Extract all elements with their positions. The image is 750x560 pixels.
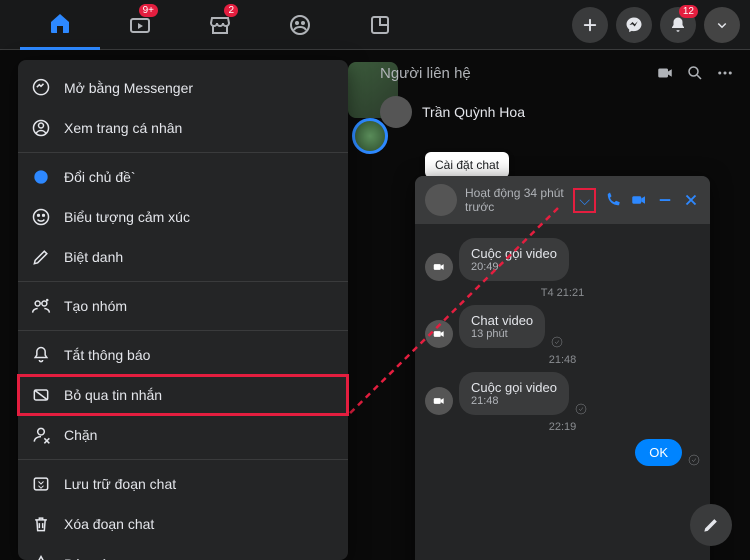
nav-home[interactable] bbox=[20, 0, 100, 50]
nav-marketplace[interactable]: 2 bbox=[180, 0, 260, 50]
pencil-icon bbox=[30, 246, 52, 268]
menu-label: Đổi chủ đề` bbox=[64, 169, 136, 185]
trash-icon bbox=[30, 513, 52, 535]
chat-status: Hoạt động 34 phút trước bbox=[465, 186, 565, 215]
avatar bbox=[380, 96, 412, 128]
group-icon bbox=[30, 295, 52, 317]
sent-message: OK bbox=[425, 439, 700, 466]
call-message[interactable]: Cuộc gọi video20:49 bbox=[425, 238, 700, 281]
menu-emoji[interactable]: Biểu tượng cảm xúc bbox=[18, 197, 348, 237]
menu-nickname[interactable]: Biệt danh bbox=[18, 237, 348, 277]
archive-icon bbox=[30, 473, 52, 495]
close-icon[interactable] bbox=[682, 191, 700, 209]
seen-icon bbox=[688, 454, 700, 466]
contact-row[interactable]: Trần Quỳnh Hoa bbox=[380, 90, 734, 134]
menu-mute[interactable]: Tắt thông báo bbox=[18, 335, 348, 375]
menu-label: Bỏ qua tin nhắn bbox=[64, 387, 162, 403]
menu-label: Xóa đoạn chat bbox=[64, 516, 154, 532]
chat-messages: Cuộc gọi video20:49 T4 21:21 Chat video1… bbox=[415, 224, 710, 553]
voice-call-icon[interactable] bbox=[604, 191, 622, 209]
notif-badge: 12 bbox=[679, 5, 698, 18]
chat-header: Hoạt động 34 phút trước ⌵ bbox=[415, 176, 710, 224]
chevron-down-icon[interactable]: ⌵ bbox=[573, 188, 596, 213]
timestamp: 21:48 bbox=[425, 354, 700, 366]
chat-window: Hoạt động 34 phút trước ⌵ Cuộc gọi video… bbox=[415, 176, 710, 560]
menu-ignore-messages[interactable]: Bỏ qua tin nhắn bbox=[18, 375, 348, 415]
theme-icon bbox=[30, 166, 52, 188]
call-message[interactable]: Chat video13 phút bbox=[425, 305, 700, 348]
nav-groups[interactable] bbox=[260, 0, 340, 50]
top-right-actions: 12 bbox=[572, 7, 740, 43]
notifications-button[interactable]: 12 bbox=[660, 7, 696, 43]
menu-label: Biểu tượng cảm xúc bbox=[64, 209, 190, 225]
seen-icon bbox=[551, 336, 563, 348]
menu-label: Xem trang cá nhân bbox=[64, 120, 182, 136]
market-badge: 2 bbox=[224, 4, 238, 17]
messenger-icon bbox=[30, 77, 52, 99]
video-icon bbox=[425, 320, 453, 348]
separator bbox=[18, 330, 348, 331]
account-button[interactable] bbox=[704, 7, 740, 43]
nav-watch[interactable]: 9+ bbox=[100, 0, 180, 50]
more-icon[interactable] bbox=[716, 64, 734, 82]
contact-name: Trần Quỳnh Hoa bbox=[422, 104, 525, 120]
video-icon bbox=[425, 253, 453, 281]
menu-view-profile[interactable]: Xem trang cá nhân bbox=[18, 108, 348, 148]
menu-label: Tạo nhóm bbox=[64, 298, 127, 314]
messenger-button[interactable] bbox=[616, 7, 652, 43]
menu-label: Tắt thông báo bbox=[64, 347, 150, 363]
warning-icon bbox=[30, 553, 52, 560]
new-message-button[interactable] bbox=[690, 504, 732, 546]
menu-label: Mở bằng Messenger bbox=[64, 80, 193, 96]
separator bbox=[18, 281, 348, 282]
timestamp: 22:19 bbox=[425, 421, 700, 433]
menu-delete[interactable]: Xóa đoạn chat bbox=[18, 504, 348, 544]
menu-block[interactable]: Chặn bbox=[18, 415, 348, 455]
menu-label: Biệt danh bbox=[64, 249, 123, 265]
call-message[interactable]: Cuộc gọi video21:48 bbox=[425, 372, 700, 415]
menu-label: Báo cáo bbox=[64, 556, 115, 560]
separator bbox=[18, 459, 348, 460]
video-icon bbox=[425, 387, 453, 415]
search-icon[interactable] bbox=[686, 64, 704, 82]
bell-icon bbox=[30, 344, 52, 366]
chat-context-menu: Mở bằng Messenger Xem trang cá nhân Đổi … bbox=[18, 60, 348, 560]
menu-label: Lưu trữ đoạn chat bbox=[64, 476, 176, 492]
contacts-header: Người liên hệ bbox=[380, 60, 734, 90]
nav-tabs: 9+ 2 bbox=[20, 0, 420, 50]
menu-report[interactable]: Báo cáo bbox=[18, 544, 348, 560]
menu-change-theme[interactable]: Đổi chủ đề` bbox=[18, 157, 348, 197]
block-icon bbox=[30, 424, 52, 446]
seen-icon bbox=[575, 403, 587, 415]
minimize-icon[interactable] bbox=[656, 191, 674, 209]
video-call-icon[interactable] bbox=[630, 191, 648, 209]
nav-gaming[interactable] bbox=[340, 0, 420, 50]
new-room-icon[interactable] bbox=[656, 64, 674, 82]
menu-archive[interactable]: Lưu trữ đoạn chat bbox=[18, 464, 348, 504]
create-button[interactable] bbox=[572, 7, 608, 43]
top-bar: 9+ 2 12 bbox=[0, 0, 750, 50]
chat-composer: GIF bbox=[415, 553, 710, 560]
timestamp: T4 21:21 bbox=[425, 287, 700, 299]
contacts-title: Người liên hệ bbox=[380, 65, 471, 82]
menu-create-group[interactable]: Tạo nhóm bbox=[18, 286, 348, 326]
menu-open-messenger[interactable]: Mở bằng Messenger bbox=[18, 68, 348, 108]
separator bbox=[18, 152, 348, 153]
watch-badge: 9+ bbox=[139, 4, 158, 17]
profile-icon bbox=[30, 117, 52, 139]
emoji-icon bbox=[30, 206, 52, 228]
ok-bubble[interactable]: OK bbox=[635, 439, 682, 466]
chat-avatar[interactable] bbox=[425, 184, 457, 216]
ignore-icon bbox=[30, 384, 52, 406]
menu-label: Chặn bbox=[64, 427, 97, 443]
